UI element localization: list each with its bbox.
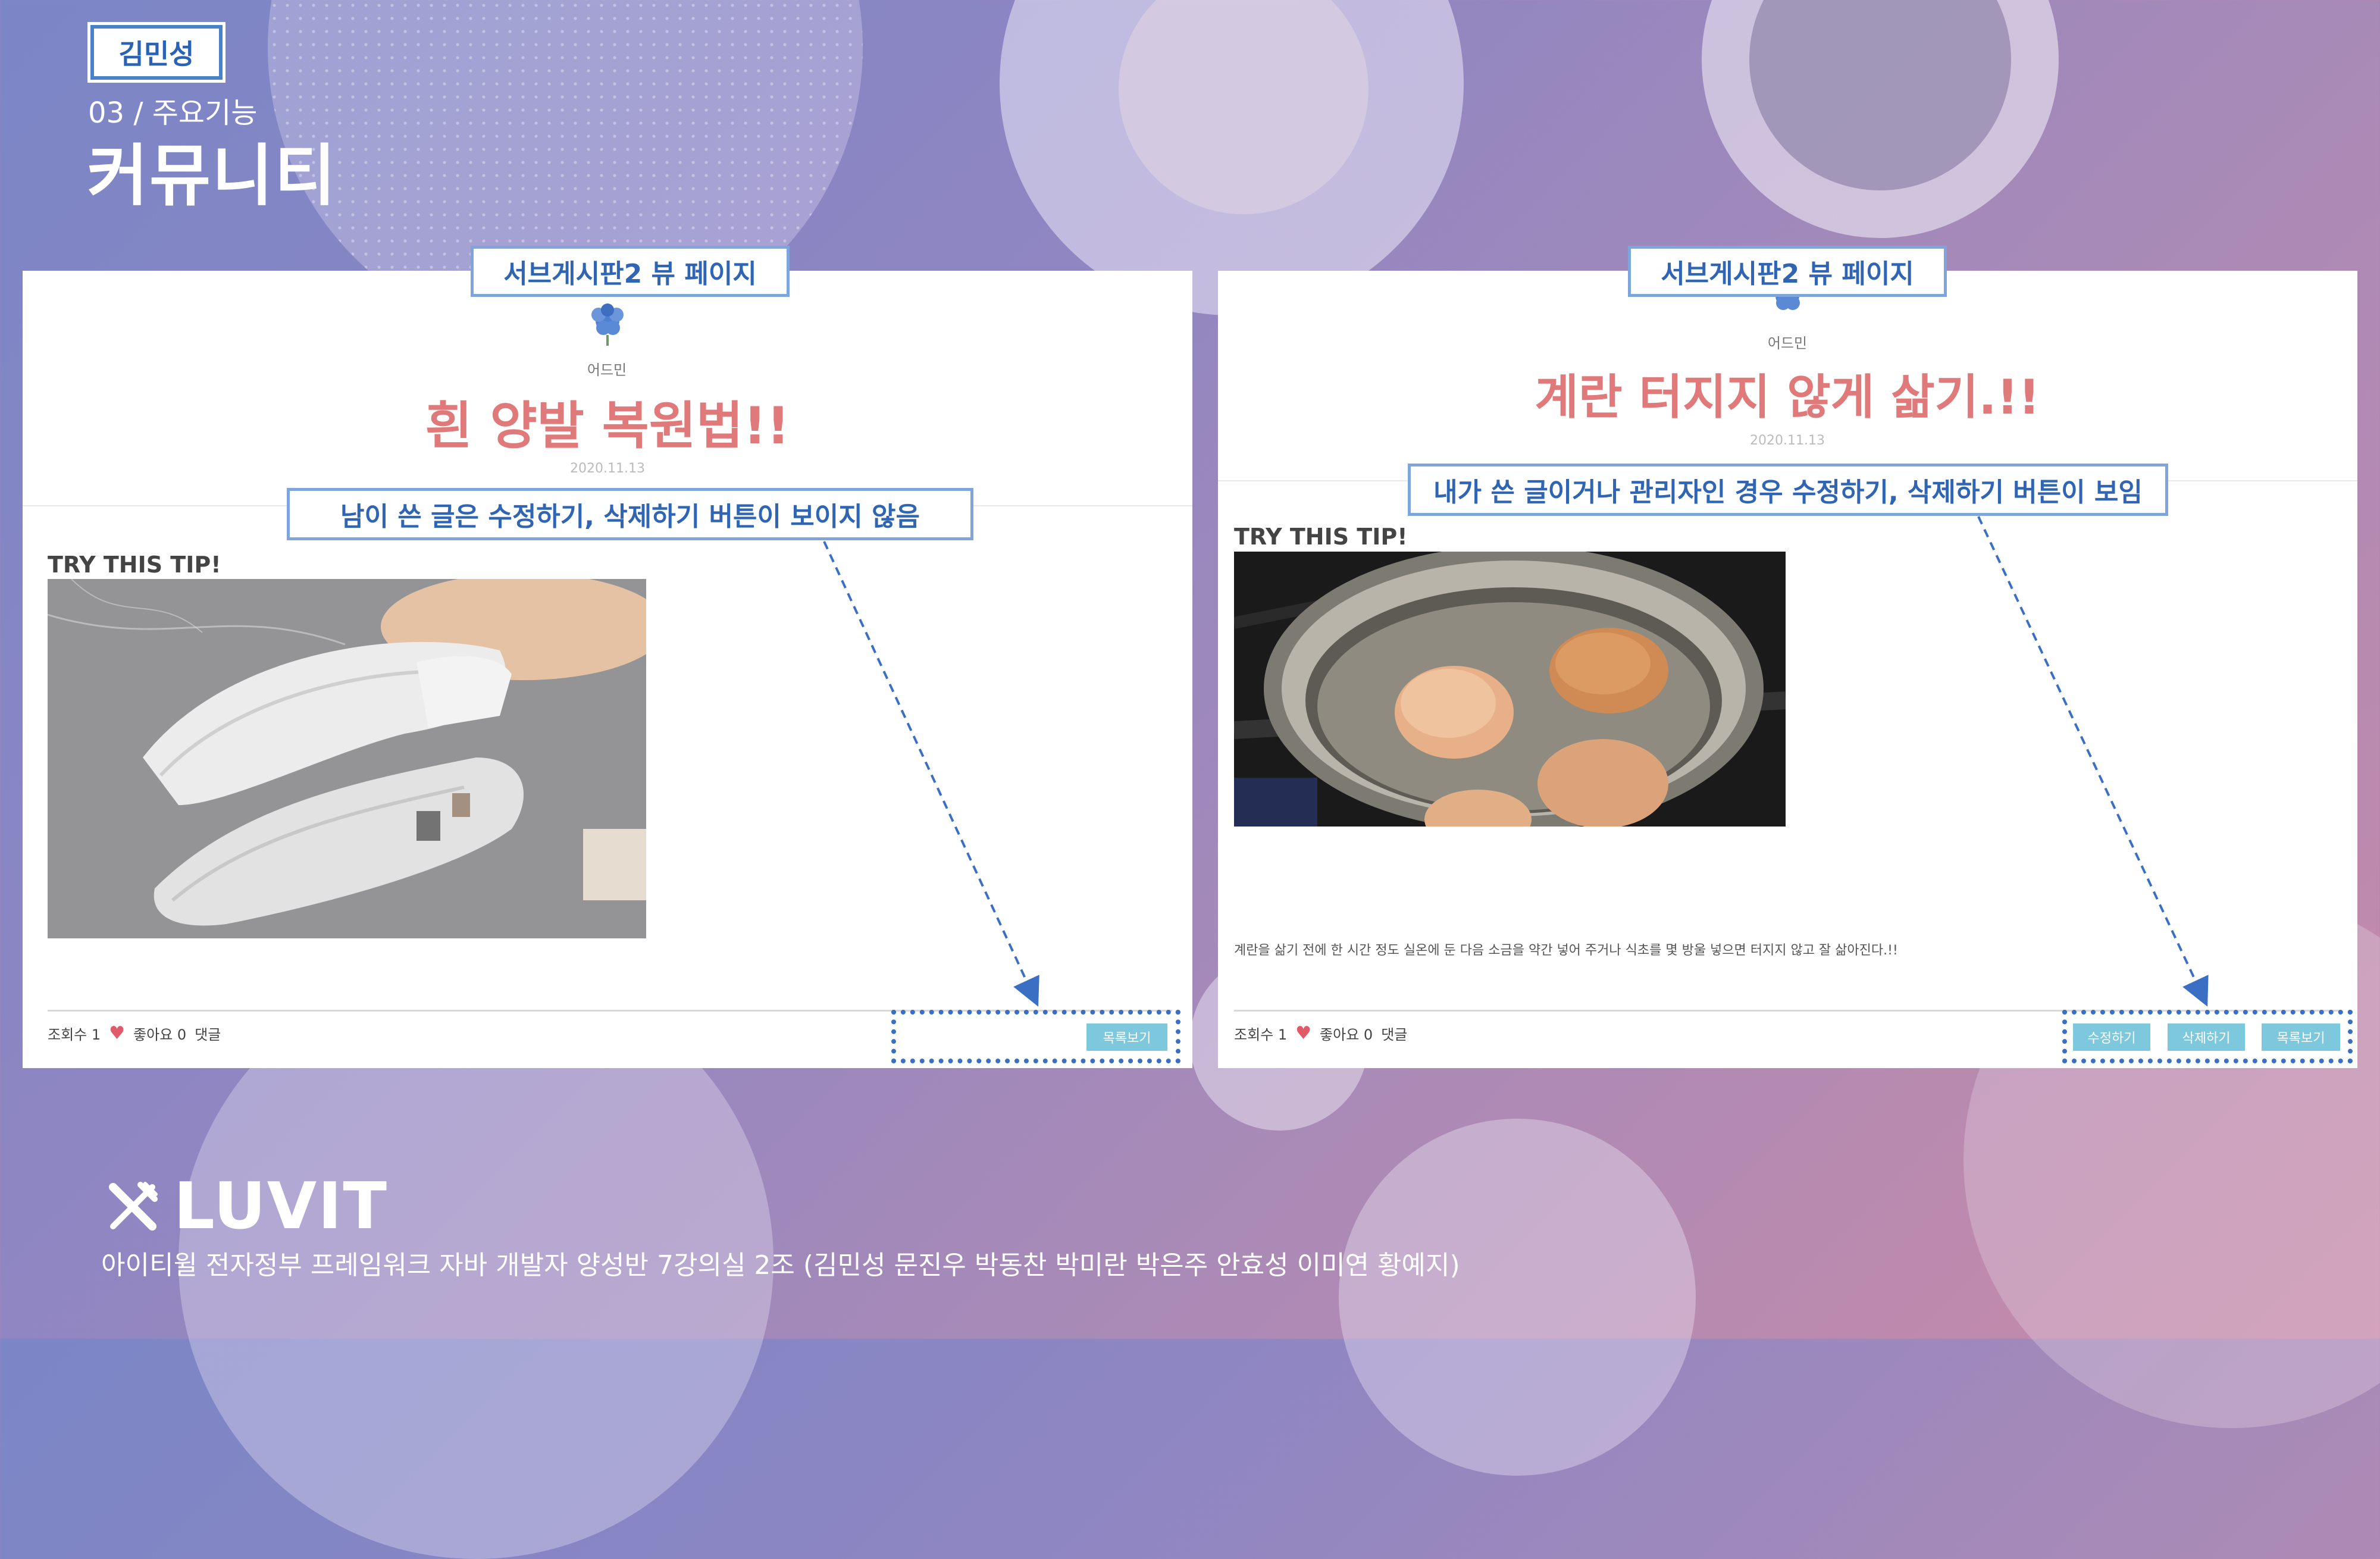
author-avatar-icon (591, 303, 624, 346)
author-badge: 김민성 (90, 25, 223, 80)
comment-label: 댓글 (1381, 1026, 1408, 1043)
post-stats: 조회수 1 ♥ 좋아요 0 댓글 (48, 1023, 221, 1044)
like-count: 좋아요 0 (1320, 1026, 1373, 1043)
tip-heading: TRY THIS TIP! (48, 552, 221, 578)
heart-icon[interactable]: ♥ (1295, 1023, 1311, 1044)
page-label-callout: 서브게시판2 뷰 페이지 (1628, 246, 1947, 297)
highlight-box (2062, 1010, 2353, 1063)
post-image (1234, 552, 1786, 827)
comment-label: 댓글 (195, 1026, 221, 1043)
utensils-icon (109, 1181, 158, 1231)
tip-heading: TRY THIS TIP! (1234, 524, 1408, 550)
post-date: 2020.11.13 (570, 461, 645, 476)
left-post-screenshot: 어드민 흰 양발 복원법!! 2020.11.13 TRY THIS TIP! … (23, 271, 1192, 1068)
view-count: 조회수 1 (1234, 1026, 1288, 1043)
post-image (48, 579, 646, 938)
background-plate (1339, 1119, 1696, 1476)
note-callout: 내가 쓴 글이거나 관리자인 경우 수정하기, 삭제하기 버튼이 보임 (1408, 464, 2168, 516)
right-post-screenshot: 어드민 계란 터지지 않게 삶기.!! 2020.11.13 TRY THIS … (1218, 271, 2357, 1068)
heart-icon[interactable]: ♥ (109, 1023, 125, 1044)
page-title: 커뮤니티 (87, 137, 337, 215)
post-title: 계란 터지지 않게 삶기.!! (1535, 370, 2040, 425)
team-credits: 아이티윌 전자정부 프레임워크 자바 개발자 양성반 7강의실 2조 (김민성 … (101, 1250, 1460, 1281)
note-callout: 남이 쓴 글은 수정하기, 삭제하기 버튼이 보이지 않음 (287, 488, 973, 540)
post-author: 어드민 (1767, 335, 1808, 352)
brand-name: LUVIT (174, 1169, 389, 1244)
view-count: 조회수 1 (48, 1026, 101, 1043)
brand-logo: LUVIT (106, 1169, 388, 1244)
like-count: 좋아요 0 (133, 1026, 187, 1043)
post-date: 2020.11.13 (1750, 433, 1825, 448)
page-label-callout: 서브게시판2 뷰 페이지 (471, 246, 790, 297)
post-stats: 조회수 1 ♥ 좋아요 0 댓글 (1234, 1023, 1407, 1044)
post-body: 계란을 삶기 전에 한 시간 정도 실온에 둔 다음 소금을 약간 넣어 주거나… (1234, 943, 1898, 958)
post-author: 어드민 (587, 362, 627, 378)
highlight-box (891, 1010, 1180, 1063)
post-title: 흰 양발 복원법!! (425, 396, 790, 456)
